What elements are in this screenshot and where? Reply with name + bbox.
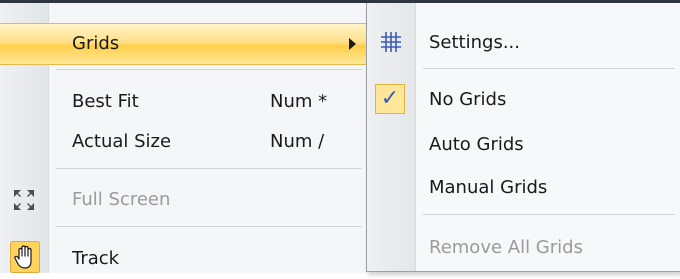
submenu-item-label: Remove All Grids bbox=[429, 237, 583, 258]
submenu-item-settings[interactable]: Settings... bbox=[367, 23, 680, 63]
menu-item-actual-size[interactable]: Actual Size Num / bbox=[0, 122, 368, 162]
menu-item-grids[interactable]: Grids bbox=[0, 23, 368, 65]
grid-icon bbox=[380, 31, 402, 58]
submenu-item-remove-all-grids[interactable]: Remove All Grids bbox=[367, 228, 680, 268]
submenu-arrow-icon bbox=[349, 38, 356, 50]
submenu-item-manual-grids[interactable]: Manual Grids bbox=[367, 168, 680, 208]
submenu-separator bbox=[423, 214, 675, 215]
menu-separator bbox=[56, 69, 362, 70]
submenu-item-auto-grids[interactable]: Auto Grids bbox=[367, 125, 680, 165]
menu-item-full-screen[interactable]: Full Screen bbox=[0, 180, 368, 220]
submenu-item-no-grids[interactable]: ✓ No Grids bbox=[367, 80, 680, 120]
hand-icon bbox=[10, 241, 40, 278]
submenu-item-label: Auto Grids bbox=[429, 134, 524, 155]
submenu-item-label: Settings... bbox=[429, 32, 520, 53]
menu-item-label: Track bbox=[72, 248, 120, 269]
fullscreen-icon bbox=[13, 189, 35, 216]
submenu-separator bbox=[423, 68, 675, 69]
menu-item-label: Best Fit bbox=[72, 91, 139, 112]
menu-item-label: Full Screen bbox=[72, 189, 171, 210]
menu-separator bbox=[56, 226, 362, 227]
grids-submenu: Settings... ✓ No Grids Auto Grids Manual… bbox=[366, 3, 680, 272]
menu-item-best-fit[interactable]: Best Fit Num * bbox=[0, 82, 368, 122]
checkmark-icon: ✓ bbox=[375, 84, 405, 114]
menu-separator bbox=[56, 168, 362, 169]
menu-item-track[interactable]: Track bbox=[0, 239, 368, 279]
submenu-item-label: No Grids bbox=[429, 89, 507, 110]
menu-item-shortcut: Num * bbox=[270, 91, 328, 112]
menu-item-label: Grids bbox=[72, 33, 120, 54]
submenu-item-label: Manual Grids bbox=[429, 177, 548, 198]
menu-item-label: Actual Size bbox=[72, 131, 172, 152]
menu-item-shortcut: Num / bbox=[270, 131, 325, 152]
view-menu: Grids Best Fit Num * Actual Size Num / F… bbox=[0, 3, 368, 273]
